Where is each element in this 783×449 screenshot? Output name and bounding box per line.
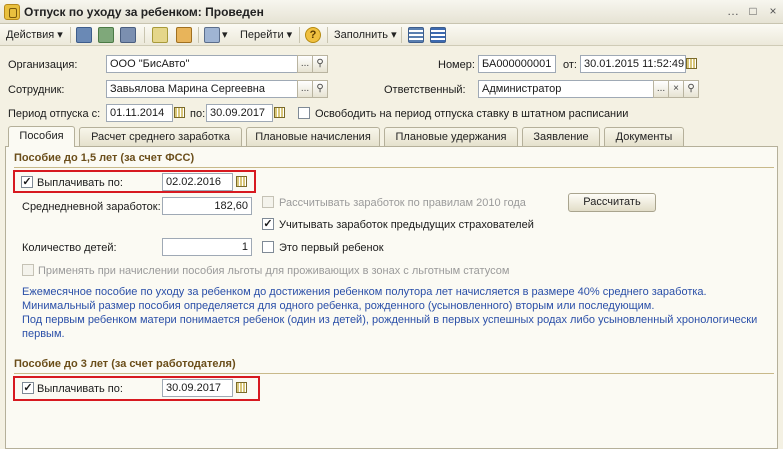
period-from-label: Период отпуска с: [8,108,101,120]
edit-icon[interactable] [176,27,192,43]
tab-application[interactable]: Заявление [522,127,600,146]
structure-dropdown[interactable]: ▾ [222,27,228,43]
actions-menu[interactable]: Действия ▾ [6,27,63,43]
toolbar: Действия ▾ ▾ Перейти ▾ ? Заполнить ▾ [0,24,783,46]
pay-until-15-label: Выплачивать по: [37,177,123,189]
responsible-select-button[interactable]: ... [653,80,669,98]
list-icon[interactable] [408,27,424,43]
employee-label: Сотрудник: [8,84,65,96]
toolbar-separator [327,27,328,43]
close-button[interactable]: × [765,3,781,19]
date-label: от: [563,59,577,71]
toolbar-separator [70,27,71,43]
period-from-field[interactable]: 01.11.2014 [106,104,173,122]
responsible-search-button[interactable]: ⚲ [683,80,699,98]
section-divider [14,373,774,374]
first-child-label: Это первый ребенок [279,242,384,254]
avg-earnings-field[interactable]: 182,60 [162,197,252,215]
search-icon: ⚲ [316,58,324,69]
info-text: Ежемесячное пособие по уходу за ребенком… [22,285,772,341]
prev-employers-label: Учитывать заработок предыдущих страховат… [279,219,534,231]
organization-label: Организация: [8,59,78,71]
pay-until-15-checkbox[interactable]: ✓ [21,176,33,188]
period-to-field[interactable]: 30.09.2017 [206,104,273,122]
avg-earnings-label: Среднедневной заработок: [22,201,161,213]
info-line: Ежемесячное пособие по уходу за ребенком… [22,286,707,298]
search-icon: ⚲ [687,83,695,94]
toolbar-separator [198,27,199,43]
children-count-field[interactable]: 1 [162,238,252,256]
toolbar-separator [299,27,300,43]
maximize-button[interactable]: □ [745,3,761,19]
window-titlebar: Отпуск по уходу за ребенком: Проведен … … [0,0,783,24]
tab-documents[interactable]: Документы [604,127,684,146]
pay-until-3-label: Выплачивать по: [37,383,123,395]
benefits-zone-label: Применять при начислении пособия льготы … [38,265,510,277]
info-line: первым. [22,328,65,340]
actions-label: Действия [6,29,55,41]
employee-field[interactable]: Завьялова Марина Сергеевна [106,80,298,98]
tab-average-earnings[interactable]: Расчет среднего заработка [79,127,242,146]
employee-search-button[interactable]: ⚲ [312,80,328,98]
settings-list-icon[interactable] [430,27,446,43]
benefits-zone-checkbox [22,264,34,276]
date-field[interactable]: 30.01.2015 11:52:49 [580,55,686,73]
post-icon[interactable] [120,27,136,43]
period-to-label: по: [190,108,206,120]
responsible-field[interactable]: Администратор [478,80,654,98]
search-icon: ⚲ [316,83,324,94]
section-divider [14,167,774,168]
fill-menu[interactable]: Заполнить ▾ [334,27,397,43]
window-menu-button[interactable]: … [725,3,741,19]
calendar-icon[interactable] [686,58,697,69]
responsible-label: Ответственный: [384,84,466,96]
number-field[interactable]: БА000000001 [478,55,556,73]
organization-field[interactable]: ООО "БисАвто" [106,55,298,73]
tab-planned-deductions[interactable]: Плановые удержания [384,127,518,146]
responsible-clear-button[interactable]: × [668,80,684,98]
info-line: Минимальный размер пособия определяется … [22,300,655,312]
refresh-icon[interactable] [98,27,114,43]
fill-label: Заполнить [334,29,389,41]
help-icon[interactable]: ? [305,27,321,43]
organization-select-button[interactable]: ... [297,55,313,73]
window-title: Отпуск по уходу за ребенком: Проведен [24,5,264,19]
pay-until-15-field[interactable]: 02.02.2016 [162,173,233,191]
tab-planned-accruals[interactable]: Плановые начисления [246,127,380,146]
children-count-label: Количество детей: [22,242,117,254]
calendar-icon[interactable] [236,176,247,187]
first-child-checkbox[interactable] [262,241,274,253]
calculate-button[interactable]: Рассчитать [568,193,656,212]
toolbar-separator [401,27,402,43]
free-rate-label: Освободить на период отпуска ставку в шт… [315,108,629,120]
calc-2010-label: Рассчитывать заработок по правилам 2010 … [279,197,526,209]
employee-select-button[interactable]: ... [297,80,313,98]
pay-until-3-checkbox[interactable]: ✓ [22,382,34,394]
calendar-icon[interactable] [236,382,247,393]
save-icon[interactable] [76,27,92,43]
prev-employers-checkbox[interactable]: ✓ [262,218,274,230]
organization-search-button[interactable]: ⚲ [312,55,328,73]
benefit-3-title: Пособие до 3 лет (за счет работодателя) [14,358,236,370]
calendar-icon[interactable] [274,107,285,118]
calc-2010-checkbox [262,196,274,208]
free-rate-checkbox[interactable] [298,107,310,119]
document-icon [4,4,20,20]
toolbar-separator [144,27,145,43]
info-line: Под первым ребенком матери понимается ре… [22,314,758,326]
benefit-15-title: Пособие до 1,5 лет (за счет ФСС) [14,152,195,164]
copy-icon[interactable] [152,27,168,43]
structure-icon[interactable] [204,27,220,43]
calendar-icon[interactable] [174,107,185,118]
goto-label: Перейти [240,29,284,41]
number-label: Номер: [438,59,475,71]
tab-benefits[interactable]: Пособия [8,126,75,147]
pay-until-3-field[interactable]: 30.09.2017 [162,379,233,397]
goto-menu[interactable]: Перейти ▾ [240,27,292,43]
